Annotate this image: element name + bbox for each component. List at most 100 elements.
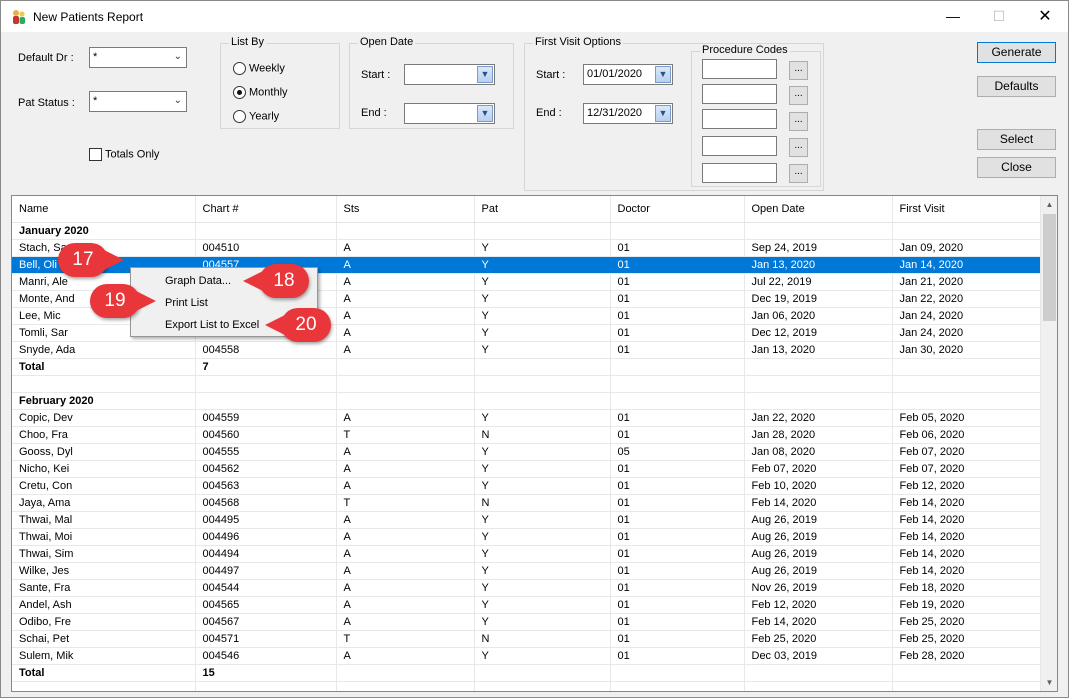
- table-row[interactable]: Choo, Fra 004560 T N 01 Jan 28, 2020 Feb 06, 2…: [12, 426, 1042, 444]
- cell-doctor: 01: [610, 494, 745, 512]
- scroll-up-icon[interactable]: ▲: [1041, 196, 1057, 213]
- cell-pat: [474, 358, 611, 376]
- procedure-codes-title: Procedure Codes: [700, 44, 790, 56]
- cell-open-date: Feb 07, 2020: [744, 460, 893, 478]
- callout-17: 17: [58, 243, 124, 277]
- open-date-start-picker[interactable]: ▼: [404, 64, 495, 85]
- menu-item-graph-data[interactable]: Graph Data...: [165, 275, 231, 287]
- defaults-button[interactable]: Defaults: [977, 76, 1056, 97]
- table-row[interactable]: Cretu, Con 004563 A Y 01 Feb 10, 2020 Feb 12, …: [12, 477, 1042, 495]
- column-header-first-visit[interactable]: First Visit: [892, 196, 1042, 223]
- totals-only-checkbox[interactable]: Totals Only: [89, 148, 159, 161]
- procedure-code-lookup-button-1[interactable]: ...: [789, 61, 808, 80]
- radio-weekly[interactable]: Weekly: [233, 62, 285, 75]
- table-row[interactable]: Copic, Dev 004559 A Y 01 Jan 22, 2020 Feb 05, …: [12, 409, 1042, 427]
- procedure-code-input-1[interactable]: [702, 59, 777, 79]
- table-row[interactable]: Wilke, Jes 004497 A Y 01 Aug 26, 2019 Feb 14, …: [12, 562, 1042, 580]
- column-header-chart[interactable]: Chart #: [195, 196, 337, 223]
- cell-first-visit: [892, 392, 1042, 410]
- default-dr-combo[interactable]: * ⌄: [89, 47, 187, 68]
- cell-open-date: Feb 10, 2020: [744, 477, 893, 495]
- column-header-doctor[interactable]: Doctor: [610, 196, 745, 223]
- column-header-pat[interactable]: Pat: [474, 196, 611, 223]
- select-button[interactable]: Select: [977, 129, 1056, 150]
- first-visit-start-picker[interactable]: 01/01/2020 ▼: [583, 64, 673, 85]
- cell-open-date: Feb 12, 2020: [744, 596, 893, 614]
- close-button[interactable]: Close: [977, 157, 1056, 178]
- close-window-button[interactable]: ✕: [1022, 1, 1068, 32]
- minimize-button[interactable]: —: [930, 1, 976, 32]
- cell-name: Wilke, Jes: [12, 562, 196, 580]
- cell-first-visit: Feb 18, 2020: [892, 579, 1042, 597]
- chevron-down-icon[interactable]: ▼: [655, 105, 671, 122]
- radio-circle-selected: [233, 86, 246, 99]
- cell-sts: A: [336, 613, 475, 631]
- menu-item-print-list[interactable]: Print List: [165, 297, 208, 309]
- vertical-scrollbar[interactable]: ▲ ▼: [1040, 196, 1057, 691]
- procedure-code-lookup-button-2[interactable]: ...: [789, 86, 808, 105]
- table-row[interactable]: Andel, Ash 004565 A Y 01 Feb 12, 2020 Feb 19, …: [12, 596, 1042, 614]
- open-date-end-picker[interactable]: ▼: [404, 103, 495, 124]
- table-row[interactable]: Sulem, Mik 004546 A Y 01 Dec 03, 2019 Feb 28, …: [12, 647, 1042, 665]
- cell-chart: 004560: [195, 426, 337, 444]
- cell-name: Schai, Pet: [12, 630, 196, 648]
- cell-doctor: 01: [610, 528, 745, 546]
- table-row[interactable]: Thwai, Sim 004494 A Y 01 Aug 26, 2019 Feb 14, …: [12, 545, 1042, 563]
- cell-chart: 004568: [195, 494, 337, 512]
- cell-pat: Y: [474, 256, 611, 274]
- generate-button[interactable]: Generate: [977, 42, 1056, 63]
- scrollbar-thumb[interactable]: [1043, 214, 1056, 321]
- chevron-down-icon[interactable]: ▼: [477, 105, 493, 122]
- totals-only-label: Totals Only: [105, 148, 160, 161]
- chevron-down-icon[interactable]: ▼: [655, 66, 671, 83]
- radio-monthly[interactable]: Monthly: [233, 86, 288, 99]
- procedure-code-input-4[interactable]: [702, 136, 777, 156]
- cell-first-visit: Feb 12, 2020: [892, 477, 1042, 495]
- cell-open-date: Aug 26, 2019: [744, 545, 893, 563]
- cell-open-date: [744, 392, 893, 410]
- column-header-sts[interactable]: Sts: [336, 196, 475, 223]
- spacer-row: [12, 681, 1042, 691]
- cell-first-visit: Feb 07, 2020: [892, 460, 1042, 478]
- table-row[interactable]: Thwai, Moi 004496 A Y 01 Aug 26, 2019 Feb 14, …: [12, 528, 1042, 546]
- table-row[interactable]: Nicho, Kei 004562 A Y 01 Feb 07, 2020 Feb 07, …: [12, 460, 1042, 478]
- table-row[interactable]: Jaya, Ama 004568 T N 01 Feb 14, 2020 Feb 14, 2…: [12, 494, 1042, 512]
- cell-chart: 004546: [195, 647, 337, 665]
- pat-status-combo[interactable]: * ⌄: [89, 91, 187, 112]
- radio-yearly[interactable]: Yearly: [233, 110, 279, 123]
- procedure-code-lookup-button-5[interactable]: ...: [789, 164, 808, 183]
- open-date-start-label: Start :: [361, 69, 391, 81]
- cell-sts: A: [336, 562, 475, 580]
- first-visit-end-picker[interactable]: 12/31/2020 ▼: [583, 103, 673, 124]
- table-row[interactable]: Odibo, Fre 004567 A Y 01 Feb 14, 2020 Feb 25, …: [12, 613, 1042, 631]
- table-row[interactable]: Sante, Fra 004544 A Y 01 Nov 26, 2019 Feb 18, …: [12, 579, 1042, 597]
- table-row[interactable]: Snyde, Ada 004558 A Y 01 Jan 13, 2020 Jan 30, …: [12, 341, 1042, 359]
- table-row[interactable]: Thwai, Mal 004495 A Y 01 Aug 26, 2019 Feb 14, …: [12, 511, 1042, 529]
- scroll-down-icon[interactable]: ▼: [1041, 674, 1057, 691]
- cell-doctor: 01: [610, 239, 745, 257]
- chevron-down-icon[interactable]: ▼: [477, 66, 493, 83]
- menu-item-export-excel[interactable]: Export List to Excel: [165, 319, 259, 331]
- column-header-name[interactable]: Name: [12, 196, 196, 223]
- cell-pat: Y: [474, 239, 611, 257]
- cell-doctor: [610, 664, 745, 682]
- cell-name: Thwai, Sim: [12, 545, 196, 563]
- cell-pat: Y: [474, 579, 611, 597]
- table-row[interactable]: Schai, Pet 004571 T N 01 Feb 25, 2020 Feb 25, …: [12, 630, 1042, 648]
- procedure-code-lookup-button-4[interactable]: ...: [789, 138, 808, 157]
- cell-pat: N: [474, 630, 611, 648]
- cell-sts: A: [336, 511, 475, 529]
- procedure-code-input-3[interactable]: [702, 109, 777, 129]
- cell-pat: Y: [474, 647, 611, 665]
- maximize-button[interactable]: ☐: [976, 1, 1022, 32]
- table-row[interactable]: Stach, Sa 004510 A Y 01 Sep 24, 2019 Jan 09, 2…: [12, 239, 1042, 257]
- cell-first-visit: Feb 14, 2020: [892, 511, 1042, 529]
- cell-chart: 004510: [195, 239, 337, 257]
- table-row[interactable]: Gooss, Dyl 004555 A Y 05 Jan 08, 2020 Feb 07, …: [12, 443, 1042, 461]
- column-header-open-date[interactable]: Open Date: [744, 196, 893, 223]
- cell-name: Choo, Fra: [12, 426, 196, 444]
- first-visit-end-value: 12/31/2020: [587, 107, 643, 119]
- procedure-code-input-2[interactable]: [702, 84, 777, 104]
- procedure-code-lookup-button-3[interactable]: ...: [789, 112, 808, 131]
- procedure-code-input-5[interactable]: [702, 163, 777, 183]
